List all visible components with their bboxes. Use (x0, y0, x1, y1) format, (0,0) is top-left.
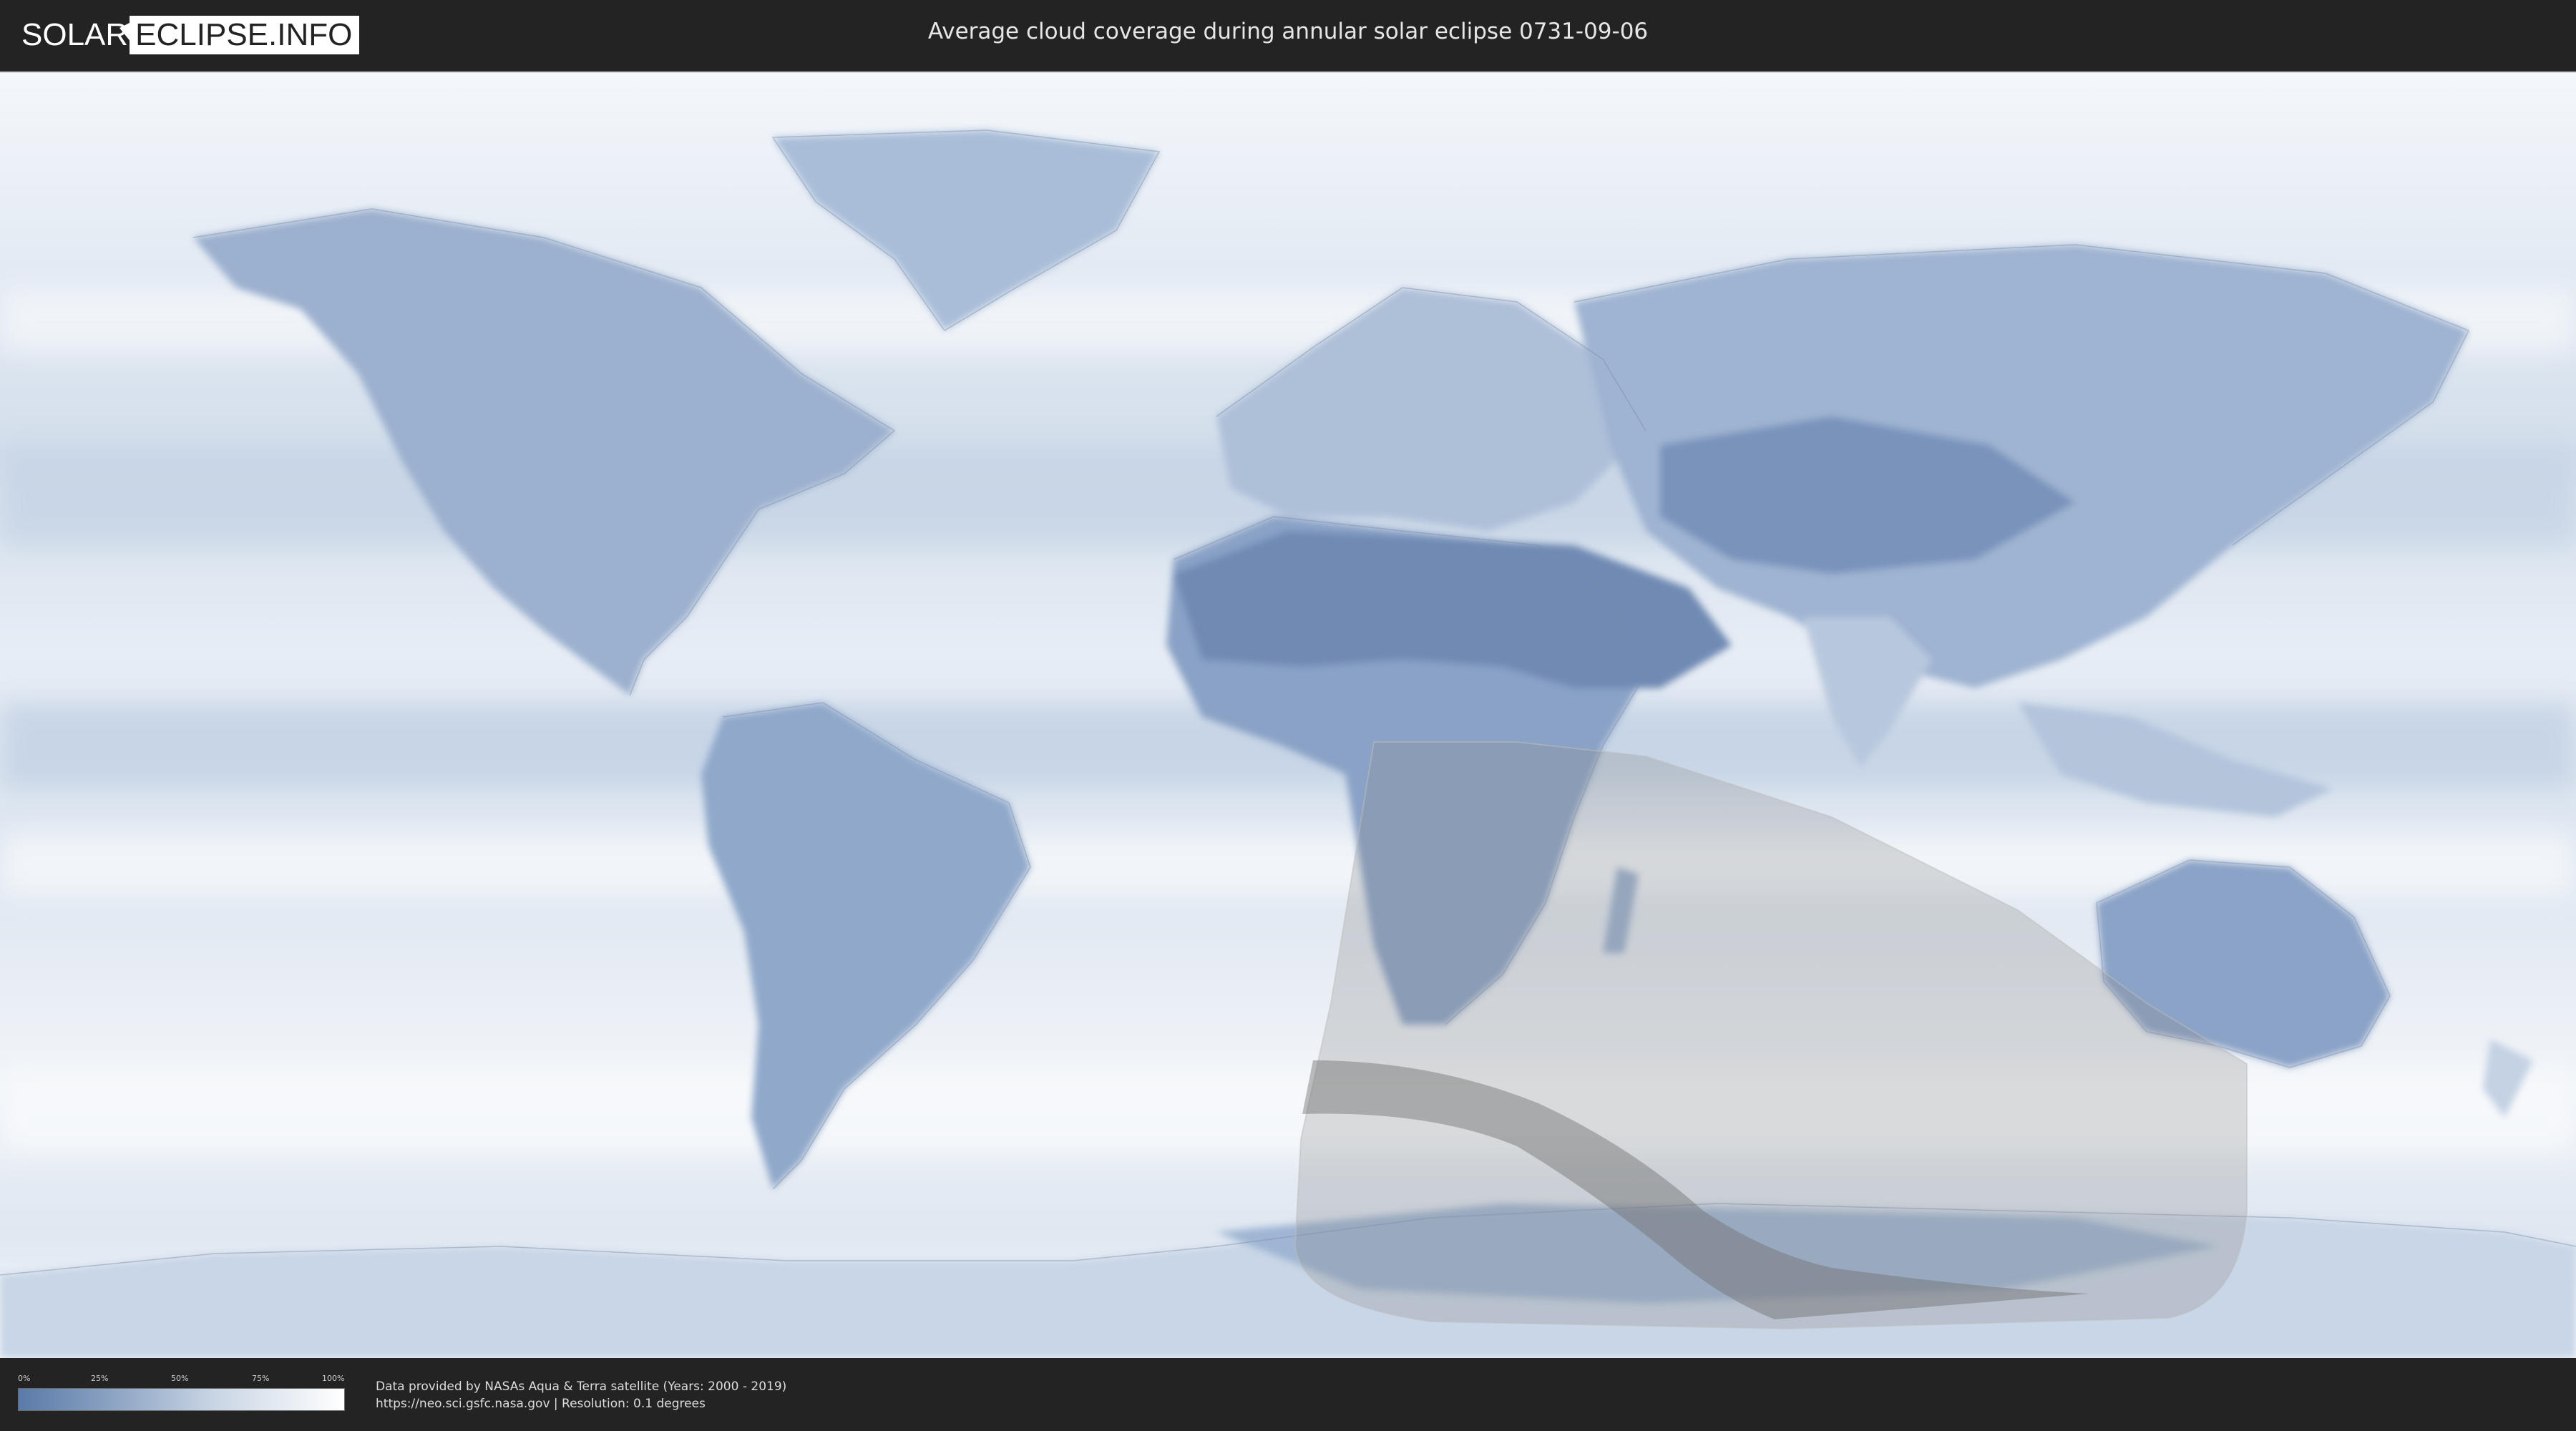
header-bar: SOLAR ECLIPSE.INFO Average cloud coverag… (0, 0, 2576, 70)
legend-gradient-bar (18, 1388, 345, 1411)
legend-ticks: 0% 25% 50% 75% 100% (18, 1374, 345, 1384)
world-map-svg (0, 73, 2576, 1358)
page-title: Average cloud coverage during annular so… (927, 19, 1649, 44)
legend-tick: 100% (322, 1374, 345, 1383)
legend-tick: 25% (91, 1374, 109, 1383)
legend-tick: 75% (252, 1374, 270, 1383)
credit-line: Data provided by NASAs Aqua & Terra sate… (376, 1379, 787, 1394)
legend-tick: 0% (18, 1374, 31, 1383)
source-line[interactable]: https://neo.sci.gsfc.nasa.gov | Resoluti… (376, 1395, 786, 1412)
data-credits: Data provided by NASAs Aqua & Terra sate… (376, 1378, 786, 1412)
legend-tick: 50% (171, 1374, 189, 1383)
cloud-coverage-legend: 0% 25% 50% 75% 100% (18, 1374, 345, 1411)
cloud-coverage-map[interactable] (0, 72, 2576, 1358)
footer-bar: 0% 25% 50% 75% 100% Data provided by NAS… (0, 1358, 2576, 1431)
